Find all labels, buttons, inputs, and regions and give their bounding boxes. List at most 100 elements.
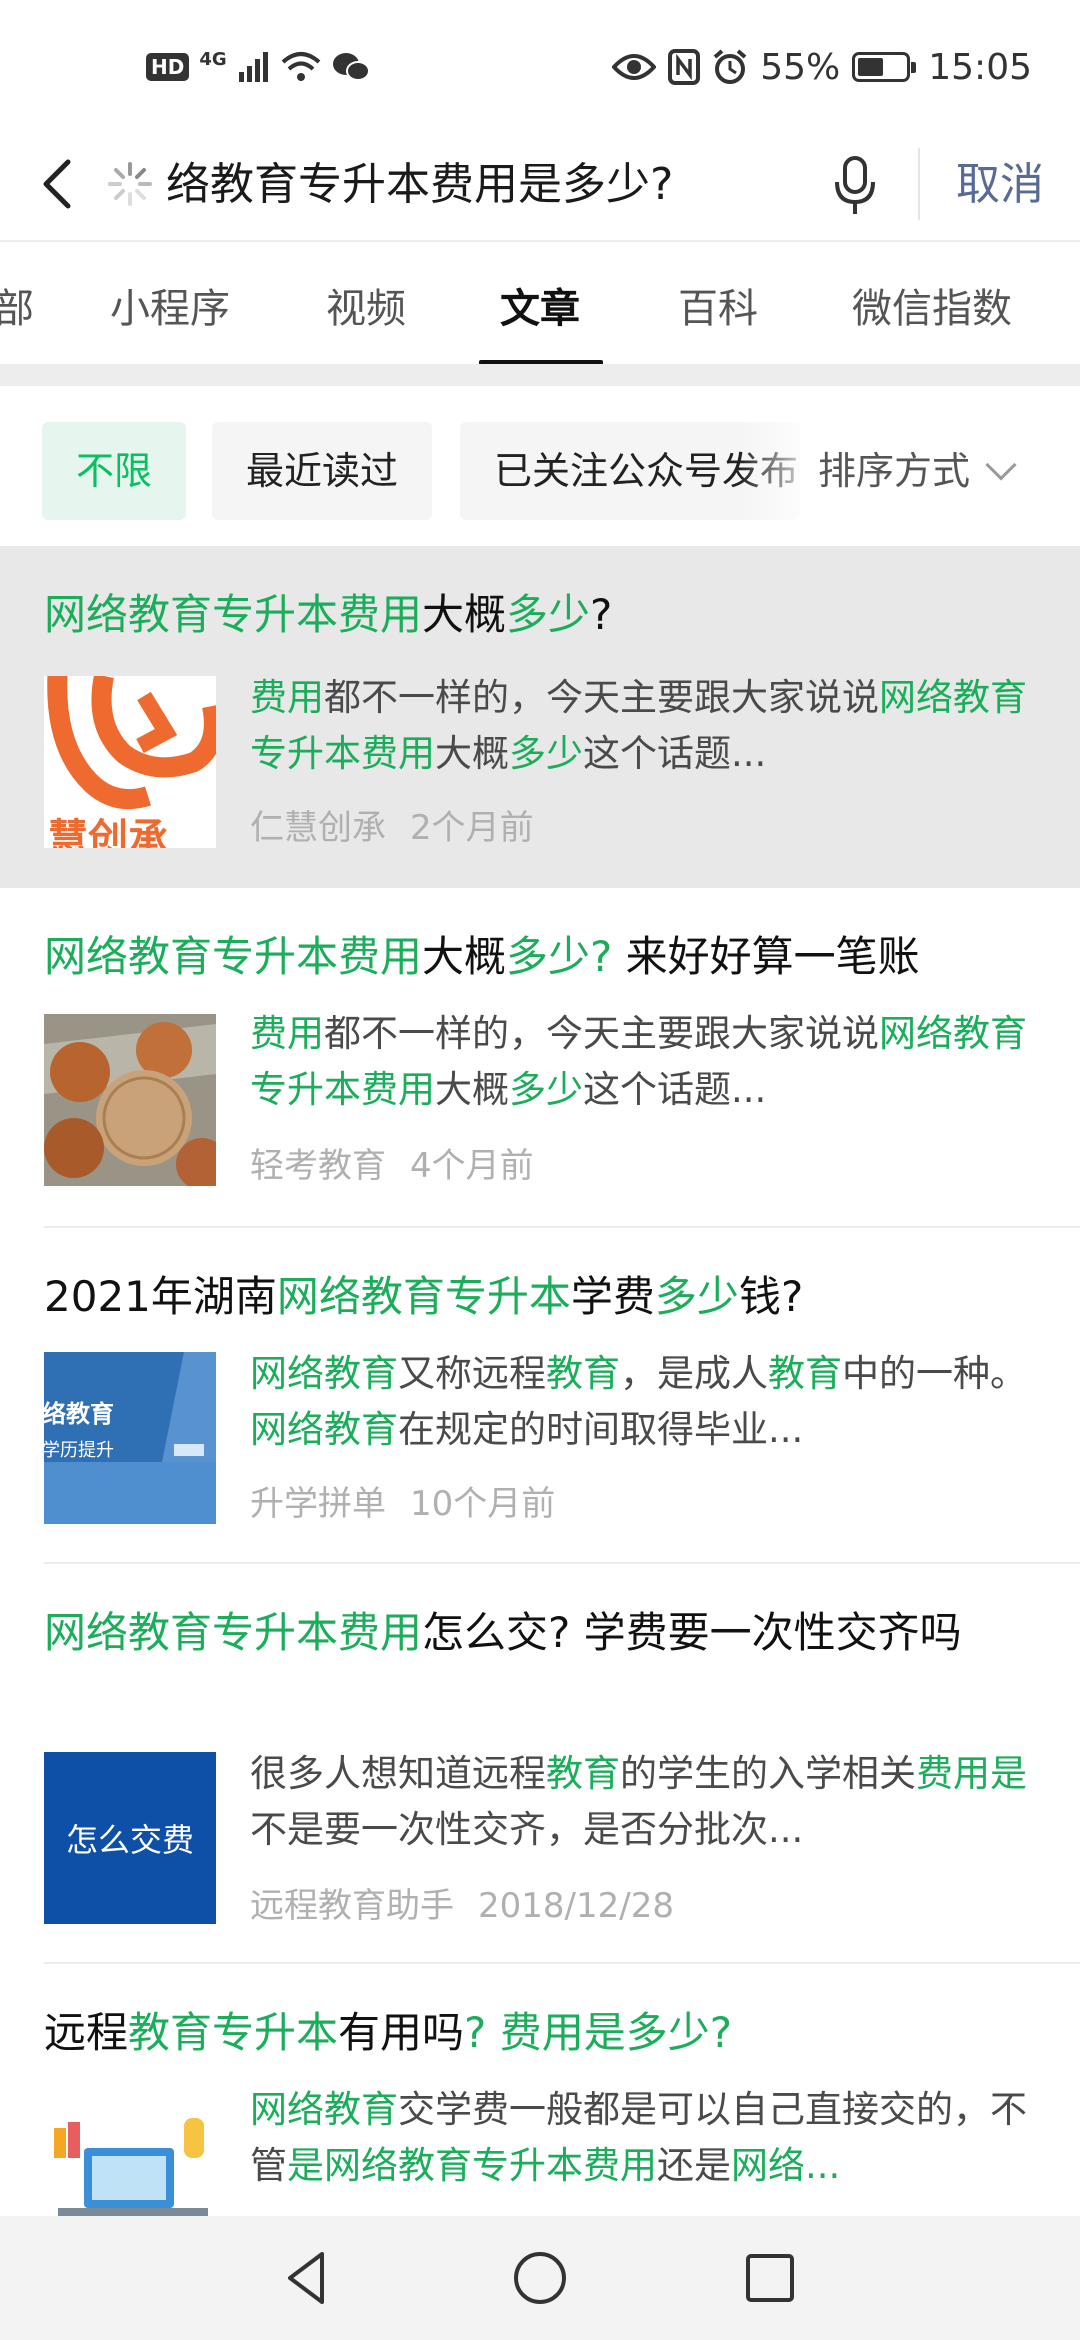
text-segment: 又称远程 xyxy=(398,1352,546,1395)
highlighted-keyword: 教育 xyxy=(546,1352,620,1395)
battery-percent: 55% xyxy=(760,46,841,88)
highlighted-keyword: 教育 xyxy=(768,1352,842,1395)
text-segment: 不是要一次性交齐，是否分批次... xyxy=(250,1808,804,1851)
text-segment: 很多人想知道远程 xyxy=(250,1752,546,1795)
result-snippet: 网络教育交学费一般都是可以自己直接交的，不管是网络教育专升本费用还是网络... xyxy=(250,2082,1040,2194)
result-meta: 轻考教育 4个月前 xyxy=(250,1138,534,1187)
result-source[interactable]: 远程教育助手 xyxy=(250,1886,454,1926)
highlighted-keyword: 网络教育专升本 xyxy=(276,1272,571,1321)
text-segment: 这个话题... xyxy=(583,732,767,775)
battery-icon xyxy=(852,52,917,82)
result-thumbnail: 慧创承 xyxy=(44,676,216,848)
filter-chip-recently-read[interactable]: 最近读过 xyxy=(212,422,433,520)
text-segment: 在规定的时间取得毕业... xyxy=(398,1408,804,1451)
tabs-separator xyxy=(0,364,1080,386)
tab-mini-programs[interactable]: 小程序 xyxy=(110,276,230,334)
result-title: 2021年湖南网络教育专升本学费多少钱? xyxy=(44,1264,1040,1330)
text-segment: 大概 xyxy=(422,590,507,639)
sort-button[interactable]: 排序方式 xyxy=(814,422,1017,520)
result-snippet: 网络教育又称远程教育，是成人教育中的一种。 网络教育在规定的时间取得毕业... xyxy=(250,1346,1040,1458)
result-item[interactable]: 远程教育专升本有用吗? 费用是多少? 网络教育交学费一般都是可以自己直接交的，不… xyxy=(0,1964,1080,2216)
result-date: 10个月前 xyxy=(410,1484,556,1524)
result-meta: 升学拼单 10个月前 xyxy=(250,1476,555,1525)
highlighted-keyword: 费用 xyxy=(250,1012,324,1055)
text-segment: 怎么交? 学费要一次性交齐吗 xyxy=(422,1608,962,1657)
highlighted-keyword: 多少? xyxy=(506,932,613,981)
highlighted-keyword: 网络... xyxy=(731,2144,841,2187)
online-education-banner-image: 络教育 学历提升 xyxy=(44,1352,216,1524)
tab-encyclopedia[interactable]: 百科 xyxy=(678,276,758,334)
result-source[interactable]: 仁慧创承 xyxy=(250,808,386,848)
signal-icon xyxy=(238,52,268,82)
chip-fade xyxy=(740,422,820,520)
result-snippet: 费用都不一样的，今天主要跟大家说说网络教育专升本费用大概多少这个话题... xyxy=(250,670,1040,782)
cancel-button[interactable]: 取消 xyxy=(956,150,1044,220)
highlighted-keyword: 费用是 xyxy=(916,1752,1027,1795)
text-segment: 都不一样的，今天主要跟大家说说 xyxy=(324,1012,879,1055)
result-thumbnail xyxy=(44,1014,216,1186)
result-snippet: 费用都不一样的，今天主要跟大家说说网络教育专升本费用大概多少这个话题... xyxy=(250,1006,1040,1118)
result-item[interactable]: 网络教育专升本费用怎么交? 学费要一次性交齐吗 怎么交费 很多人想知道远程教育的… xyxy=(0,1564,1080,1964)
highlighted-keyword: 网络教育专升本费用 xyxy=(44,1608,423,1657)
highlighted-keyword: 多少 xyxy=(506,590,591,639)
result-date: 2018/12/28 xyxy=(478,1886,674,1926)
result-item[interactable]: 网络教育专升本费用大概多少? 慧创承 费用都不一样的，今天主要跟大家说说网络教育… xyxy=(0,546,1080,888)
text-segment: 来好好算一笔账 xyxy=(612,932,920,981)
status-bar: HD 4G 55% 15:05 xyxy=(0,0,1080,130)
alarm-icon xyxy=(713,49,747,84)
category-tabs: 部 小程序 视频 文章 百科 微信指数 xyxy=(0,240,1080,366)
microphone-icon[interactable] xyxy=(830,152,880,218)
filter-chip-unlimited[interactable]: 不限 xyxy=(42,422,187,520)
text-segment: 这个话题... xyxy=(583,1068,767,1111)
highlighted-keyword: 是网络教育专升本费用 xyxy=(287,2144,657,2187)
nav-recents-icon[interactable] xyxy=(738,2246,802,2310)
back-icon[interactable] xyxy=(30,152,90,216)
text-segment: 大概 xyxy=(435,1068,509,1111)
highlighted-keyword: 网络教育专升本费用 xyxy=(44,590,423,639)
result-title: 网络教育专升本费用怎么交? 学费要一次性交齐吗 xyxy=(44,1600,1040,1666)
loading-spinner-icon xyxy=(108,162,152,206)
wechat-icon xyxy=(332,53,370,81)
result-snippet: 很多人想知道远程教育的学生的入学相关费用是不是要一次性交齐，是否分批次... xyxy=(250,1746,1040,1858)
nav-back-icon[interactable] xyxy=(276,2246,340,2310)
status-left: HD 4G xyxy=(146,44,371,90)
nav-home-icon[interactable] xyxy=(508,2246,572,2310)
tab-videos[interactable]: 视频 xyxy=(326,276,406,334)
result-item[interactable]: 2021年湖南网络教育专升本学费多少钱? 络教育 学历提升 网络教育又称远程教育… xyxy=(0,1228,1080,1564)
tab-wechat-index[interactable]: 微信指数 xyxy=(852,276,1012,334)
clock: 15:05 xyxy=(928,46,1032,88)
result-source[interactable]: 升学拼单 xyxy=(250,1484,386,1524)
search-divider xyxy=(918,148,920,220)
result-item[interactable]: 网络教育专升本费用大概多少? 来好好算一笔账 费用都不一样的，今天主要跟大家说说… xyxy=(0,888,1080,1228)
result-date: 2个月前 xyxy=(410,808,534,848)
system-nav-bar xyxy=(0,2216,1080,2340)
desk-illustration-image xyxy=(44,2088,216,2216)
sort-label: 排序方式 xyxy=(818,449,971,493)
search-input[interactable]: 络教育专升本费用是多少? xyxy=(166,150,686,220)
battery-level xyxy=(858,58,884,76)
highlighted-keyword: 多少 xyxy=(654,1272,739,1321)
result-meta: 远程教育助手 2018/12/28 xyxy=(250,1878,674,1927)
result-meta: 仁慧创承 2个月前 xyxy=(250,800,534,849)
eye-comfort-icon xyxy=(612,54,657,80)
highlighted-keyword: 费用 xyxy=(250,676,324,719)
tab-all[interactable]: 部 xyxy=(0,276,34,334)
search-bar: 络教育专升本费用是多少? 取消 xyxy=(0,130,1080,240)
result-date: 4个月前 xyxy=(410,1146,534,1186)
highlighted-keyword: 网络教育专升本费用 xyxy=(44,932,423,981)
coins-image xyxy=(44,1014,216,1186)
text-segment: 大概 xyxy=(422,932,507,981)
thumbnail-text-1: 络教育 xyxy=(44,1400,114,1428)
result-title: 远程教育专升本有用吗? 费用是多少? xyxy=(44,2000,1040,2066)
result-source[interactable]: 轻考教育 xyxy=(250,1146,386,1186)
thumbnail-text-2: 学历提升 xyxy=(44,1440,114,1461)
text-segment: 有用吗 xyxy=(338,2008,465,2057)
thumbnail-text: 怎么交费 xyxy=(65,1821,194,1859)
text-segment: ，是成人 xyxy=(620,1352,768,1395)
result-thumbnail: 怎么交费 xyxy=(44,1752,216,1924)
thumbnail-text: 慧创承 xyxy=(48,816,168,848)
chevron-down-icon xyxy=(985,449,1017,481)
text-segment: 的学生的入学相关 xyxy=(620,1752,916,1795)
tab-articles[interactable]: 文章 xyxy=(500,276,580,334)
wifi-icon xyxy=(281,52,320,81)
